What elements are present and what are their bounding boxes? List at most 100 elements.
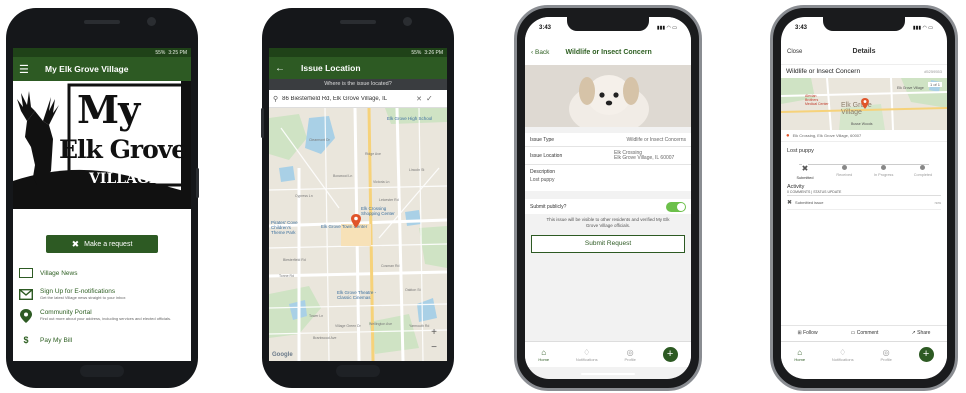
screen-title: Issue Location (301, 63, 361, 73)
nav-bar: Close Details (781, 39, 947, 65)
issue-photo (525, 65, 691, 127)
home-menu: Village News Sign Up for E-notifications… (13, 263, 191, 346)
map-label: Pirates' Cove Children's Theme Park (271, 220, 298, 235)
hamburger-menu-icon[interactable]: ☰ (19, 63, 37, 76)
menu-item-e-notifications[interactable]: Sign Up for E-notifications Get the late… (19, 283, 185, 307)
step-label: Received (836, 173, 853, 177)
menu-item-pay-my-bill[interactable]: $ Pay My Bill (19, 334, 185, 346)
address-search-input[interactable] (282, 95, 413, 102)
zoom-in-button[interactable]: + (427, 327, 441, 338)
clear-search-icon[interactable]: ✕ (416, 95, 422, 103)
phone-frame-map: 55% 3:26 PM ← Issue Location Where is th… (261, 8, 454, 388)
make-request-button[interactable]: ✖ Make a request (46, 235, 158, 253)
tab-label: Profile (624, 356, 636, 362)
tab-bar: ⌂ Home ♢ Notifications ◎ Profile + (525, 341, 691, 367)
notch (823, 17, 905, 31)
description-value: Lost puppy (530, 177, 555, 183)
map-pin-icon (20, 309, 32, 323)
screen-issue-details: 3:43 ▮▮▮ ◠ ▭ Close Details Wildlife or I… (781, 17, 947, 379)
zoom-controls: + − (427, 327, 441, 353)
logo-word-village: VILLAGE (89, 171, 160, 187)
home-button (336, 365, 380, 377)
step-label: Completed (913, 173, 933, 177)
comment-button[interactable]: ▭ Comment (851, 330, 879, 336)
street-label: Lincoln St (409, 168, 425, 172)
search-icon: ⚲ (273, 95, 279, 103)
location-pin-icon[interactable] (351, 214, 361, 228)
follow-button[interactable]: ⊞ Follow (798, 330, 818, 336)
add-request-fab[interactable]: + (662, 347, 678, 362)
tab-home[interactable]: ⌂ Home (794, 348, 805, 362)
step-dot (881, 164, 887, 170)
tab-notifications[interactable]: ♢ Notifications (576, 348, 598, 362)
street-label: Boxwood Ln (333, 174, 353, 178)
status-progress: ✖ Submitted Received In Progress Complet… (787, 158, 941, 180)
back-label: Back (534, 48, 550, 56)
tools-icon: ✖ (787, 200, 793, 206)
issue-id: #5259553 (924, 69, 942, 74)
screen-request-form: 3:43 ▮▮▮ ◠ ▭ ‹ Back Wildlife or Insect C… (525, 17, 691, 379)
tab-home[interactable]: ⌂ Home (538, 348, 549, 362)
phone-frame-request: 3:43 ▮▮▮ ◠ ▭ ‹ Back Wildlife or Insect C… (514, 5, 702, 391)
zoom-out-button[interactable]: − (427, 342, 441, 353)
issue-location-row[interactable]: Issue Location Elk Crossing Elk Grove Vi… (525, 147, 691, 165)
activity-entry: ✖ Submitted issue now (787, 196, 941, 210)
tab-label: Notifications (831, 356, 854, 362)
phone-frame-home: 55% 3:25 PM ☰ My Elk Grove Village My El… (6, 8, 199, 388)
description-block[interactable]: Description Lost puppy (525, 165, 691, 191)
menu-item-title: Pay My Bill (40, 336, 73, 344)
activity-entry-text: Submitted issue (795, 200, 824, 205)
phone-frame-details: 3:43 ▮▮▮ ◠ ▭ Close Details Wildlife or I… (770, 5, 958, 391)
add-request-fab[interactable]: + (918, 347, 934, 362)
map-view[interactable]: Elk Grove High School Pirates' Cove Chil… (269, 108, 447, 361)
screen-home: 55% 3:25 PM ☰ My Elk Grove Village My El… (13, 48, 191, 361)
logo-word-elk-grove: Elk Grove (59, 135, 187, 164)
submit-publicly-toggle[interactable] (666, 201, 686, 212)
step-received: Received (826, 161, 862, 177)
front-camera (147, 17, 156, 26)
back-arrow-icon[interactable]: ← (275, 63, 291, 74)
newspaper-icon (19, 268, 33, 278)
tab-profile[interactable]: ◎ Profile (880, 348, 891, 362)
map-label: Elk Crossing Shopping Center (361, 206, 395, 216)
confirm-check-icon[interactable]: ✓ (426, 94, 433, 103)
dollar-icon: $ (23, 335, 29, 345)
tools-icon: ✖ (71, 238, 80, 249)
step-completed: Completed (905, 161, 941, 177)
tab-profile[interactable]: ◎ Profile (624, 348, 635, 362)
address-row: ● Elk Crossing, Elk Grove Village, 60007 (781, 130, 947, 142)
menu-item-village-news[interactable]: Village News (19, 263, 185, 283)
back-button[interactable]: ‹ Back (531, 49, 549, 56)
issue-type-row[interactable]: Issue Type Wildlife or Insect Concerns (525, 133, 691, 147)
profile-icon: ◎ (882, 347, 890, 357)
tools-icon: ✖ (801, 163, 809, 175)
tab-label: Home (794, 356, 806, 362)
clock: 3:43 (795, 25, 808, 31)
front-camera (403, 17, 412, 26)
step-in-progress: In Progress (866, 161, 902, 177)
menu-item-community-portal[interactable]: Community Portal Find out more about you… (19, 307, 185, 334)
submit-request-button[interactable]: Submit Request (531, 235, 685, 253)
menu-item-desc: Find out more about your address, includ… (40, 316, 172, 321)
app-header: ← Issue Location (269, 57, 447, 79)
street-label: Wellington Ave (369, 322, 393, 326)
action-label: Comment (856, 329, 879, 336)
side-button (261, 108, 264, 138)
share-button[interactable]: ↗ Share (912, 330, 931, 336)
street-label: Brantwood Ave (313, 336, 337, 340)
street-label: Tower Ln (309, 314, 324, 318)
bell-icon: ♢ (583, 347, 591, 357)
address-pin-icon: ● (786, 132, 790, 139)
app-header: ☰ My Elk Grove Village (13, 57, 191, 81)
issue-map[interactable]: 1 of 1 Elk Grove Village Alexian Brother… (781, 78, 947, 130)
location-pin-icon (861, 98, 869, 109)
menu-item-desc: Get the latest Village news straight to … (40, 295, 126, 300)
street-label: Cypress Ln (295, 194, 313, 198)
tab-notifications[interactable]: ♢ Notifications (832, 348, 854, 362)
signal-indicator: 55% (411, 49, 422, 56)
status-bar: 55% 3:26 PM (269, 48, 447, 57)
issue-description: Lost puppy (787, 148, 814, 154)
home-icon: ⌂ (797, 347, 803, 357)
bell-icon: ♢ (839, 347, 847, 357)
menu-item-title: Community Portal (40, 309, 92, 316)
